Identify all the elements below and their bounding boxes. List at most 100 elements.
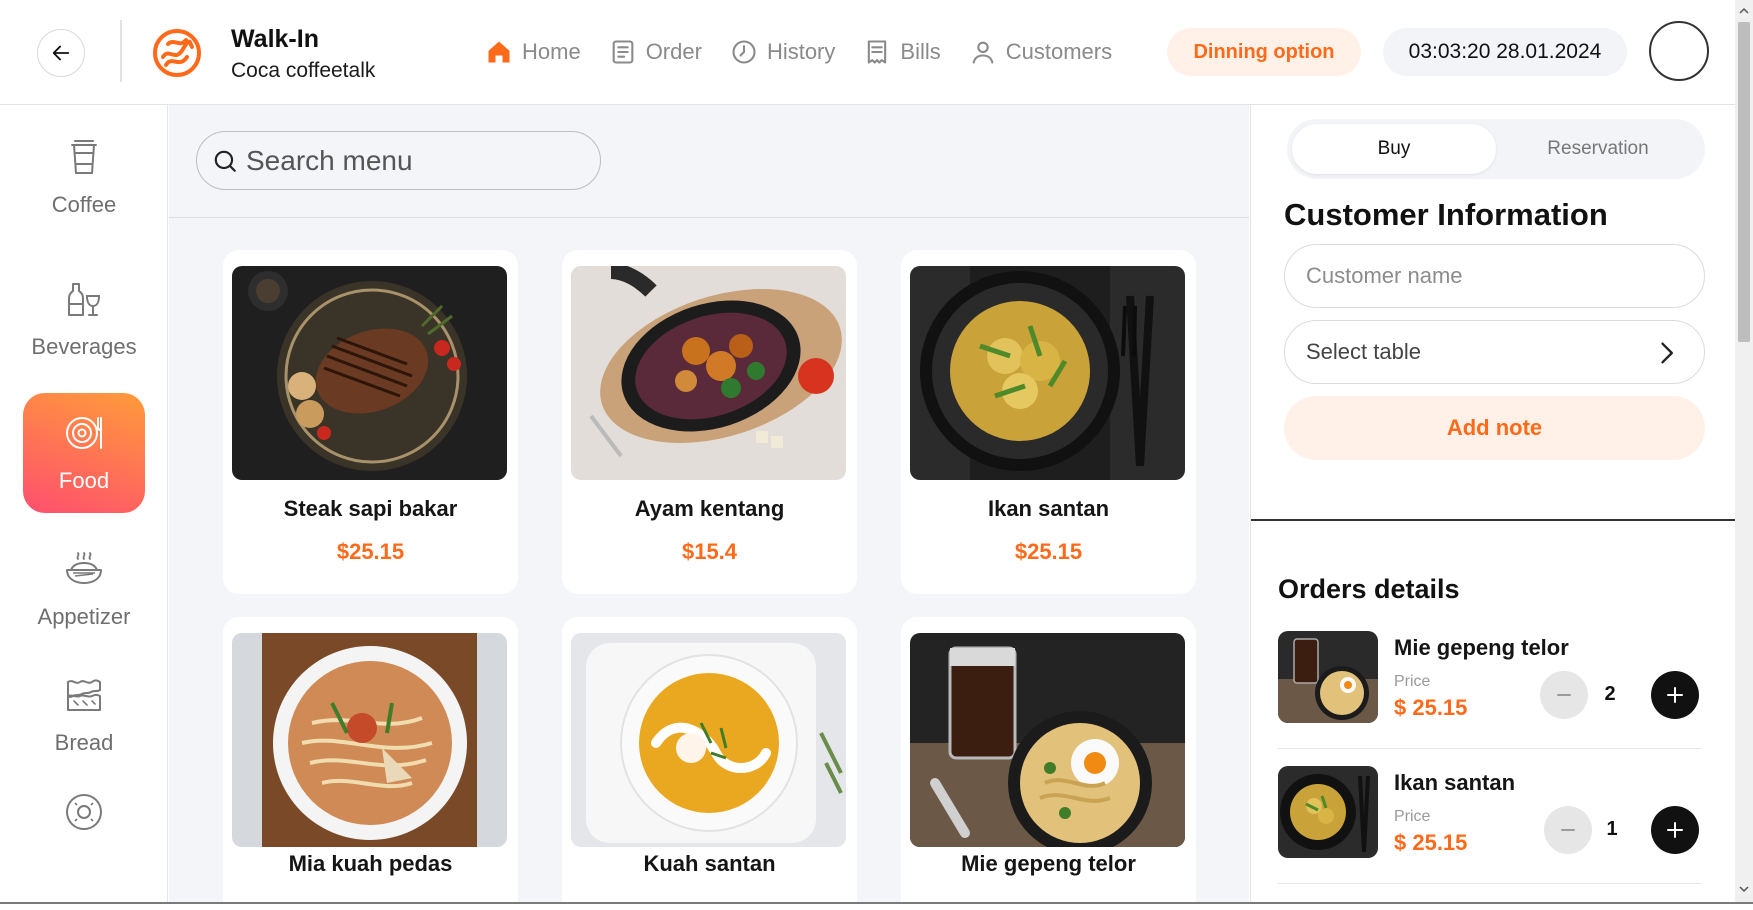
order-item-name: Mie gepeng telor xyxy=(1394,635,1569,660)
menu-card[interactable]: Ayam kentang $15.4 xyxy=(562,250,857,594)
category-beverages[interactable]: Beverages xyxy=(23,259,145,379)
menu-card[interactable]: Steak sapi bakar $25.15 xyxy=(223,250,518,594)
category-appetizer-label: Appetizer xyxy=(37,604,131,629)
menu-card[interactable]: Mie gepeng telor xyxy=(901,617,1196,902)
steak-image xyxy=(232,266,507,480)
order-type-title: Walk-In xyxy=(231,25,319,53)
minus-icon xyxy=(1561,829,1575,831)
menu-item-name: Ayam kentang xyxy=(634,496,785,521)
order-item: Mie gepeng telor Price $ 25.15 2 xyxy=(1278,631,1701,749)
select-table-field[interactable]: Select table xyxy=(1284,320,1705,384)
arrow-left-icon xyxy=(52,45,70,61)
menu-area: Steak sapi bakar $25.15 xyxy=(169,105,1249,902)
order-item-image xyxy=(1278,631,1378,723)
main-nav: Home Order History Bills Customers xyxy=(485,30,1140,74)
plus-icon xyxy=(1667,822,1683,838)
order-item: Ikan santan Price $ 25.15 1 xyxy=(1278,766,1701,884)
mie-gepeng-telor-image xyxy=(910,633,1185,847)
category-coffee-label: Coffee xyxy=(51,192,117,217)
window-scrollbar[interactable] xyxy=(1735,0,1753,902)
window-bottom-edge xyxy=(0,902,1753,910)
nav-order[interactable]: Order xyxy=(609,38,702,66)
search-box[interactable] xyxy=(196,131,601,190)
nav-history[interactable]: History xyxy=(730,38,835,66)
order-item-price: $ 25.15 xyxy=(1394,830,1468,855)
orders-details-title: Orders details xyxy=(1278,574,1460,604)
bill-icon xyxy=(863,38,891,66)
header-divider xyxy=(120,20,122,82)
menu-item-name: Steak sapi bakar xyxy=(283,496,458,521)
category-appetizer[interactable]: Appetizer xyxy=(23,529,145,649)
increase-qty-button[interactable] xyxy=(1651,806,1699,854)
category-more[interactable] xyxy=(23,791,145,851)
donut-icon xyxy=(66,794,102,830)
bottle-glass-icon xyxy=(68,283,101,316)
menu-card[interactable]: Ikan santan $25.15 xyxy=(901,250,1196,594)
search-input[interactable] xyxy=(246,144,576,177)
search-bar-area xyxy=(169,105,1249,218)
menu-item-name: Kuah santan xyxy=(643,851,776,876)
top-header: Walk-In Coca coffeetalk Home Order Histo… xyxy=(0,0,1735,105)
nav-bills-label: Bills xyxy=(900,39,941,64)
scroll-down-icon[interactable] xyxy=(1739,884,1749,894)
kuah-santan-image xyxy=(571,633,846,847)
order-icon xyxy=(609,38,637,66)
category-bread[interactable]: Bread xyxy=(23,655,145,775)
brand-logo xyxy=(152,28,202,78)
order-item-price-label: Price xyxy=(1394,808,1431,825)
menu-card[interactable]: Mia kuah pedas xyxy=(223,617,518,902)
nav-home-label: Home xyxy=(522,39,581,64)
nav-history-label: History xyxy=(766,39,836,64)
order-item-qty: 1 xyxy=(1606,818,1618,840)
order-item-name: Ikan santan xyxy=(1394,770,1516,795)
plus-icon xyxy=(1667,687,1683,703)
bread-icon xyxy=(67,679,101,711)
increase-qty-button[interactable] xyxy=(1651,671,1699,719)
add-note-button[interactable]: Add note xyxy=(1284,396,1705,460)
tab-buy[interactable]: Buy xyxy=(1292,124,1496,174)
scroll-up-icon[interactable] xyxy=(1739,6,1749,16)
avatar[interactable] xyxy=(1649,21,1709,81)
category-bread-label: Bread xyxy=(54,730,114,755)
customer-name-field[interactable] xyxy=(1284,244,1705,308)
store-name: Coca coffeetalk xyxy=(231,59,376,82)
ayam-image xyxy=(571,266,846,480)
category-food[interactable]: Food xyxy=(23,393,145,513)
steaming-bowl-icon xyxy=(66,552,102,584)
datetime-display: 03:03:20 28.01.2024 xyxy=(1383,28,1627,76)
panel-divider xyxy=(1251,519,1735,521)
tab-reservation[interactable]: Reservation xyxy=(1496,124,1700,174)
nav-home[interactable]: Home xyxy=(485,38,581,66)
menu-item-name: Mie gepeng telor xyxy=(961,851,1136,876)
nav-order-label: Order xyxy=(645,39,702,64)
order-item-image xyxy=(1278,766,1378,858)
chevron-right-icon xyxy=(1661,342,1673,364)
user-icon xyxy=(969,38,997,66)
customer-name-input[interactable] xyxy=(1306,263,1676,289)
nav-customers[interactable]: Customers xyxy=(969,38,1112,66)
category-sidebar: Coffee Beverages Food Appetizer Bread xyxy=(0,105,168,902)
menu-item-name: Ikan santan xyxy=(987,496,1110,521)
scrollbar-thumb[interactable] xyxy=(1738,22,1750,342)
search-icon xyxy=(214,150,236,172)
ikan-santan-image xyxy=(910,266,1185,480)
menu-item-price: $25.15 xyxy=(336,539,405,564)
plate-icon xyxy=(66,417,102,449)
decrease-qty-button[interactable] xyxy=(1540,671,1588,719)
select-table-label: Select table xyxy=(1306,339,1421,364)
clock-icon xyxy=(730,38,758,66)
nav-bills[interactable]: Bills xyxy=(863,38,941,66)
menu-item-price: $15.4 xyxy=(681,539,738,564)
menu-card[interactable]: Kuah santan xyxy=(562,617,857,902)
buy-reservation-toggle: Buy Reservation xyxy=(1287,119,1705,179)
order-panel: Buy Reservation Customer Information Sel… xyxy=(1250,105,1735,902)
dining-option-button[interactable]: Dinning option xyxy=(1167,28,1361,76)
category-coffee[interactable]: Coffee xyxy=(23,117,145,237)
nav-customers-label: Customers xyxy=(1005,39,1113,64)
menu-item-price: $25.15 xyxy=(1014,539,1083,564)
back-button[interactable] xyxy=(37,29,85,77)
minus-icon xyxy=(1557,694,1571,696)
pos-app: Walk-In Coca coffeetalk Home Order Histo… xyxy=(0,0,1753,910)
decrease-qty-button[interactable] xyxy=(1544,806,1592,854)
customer-info-title: Customer Information xyxy=(1284,197,1608,232)
